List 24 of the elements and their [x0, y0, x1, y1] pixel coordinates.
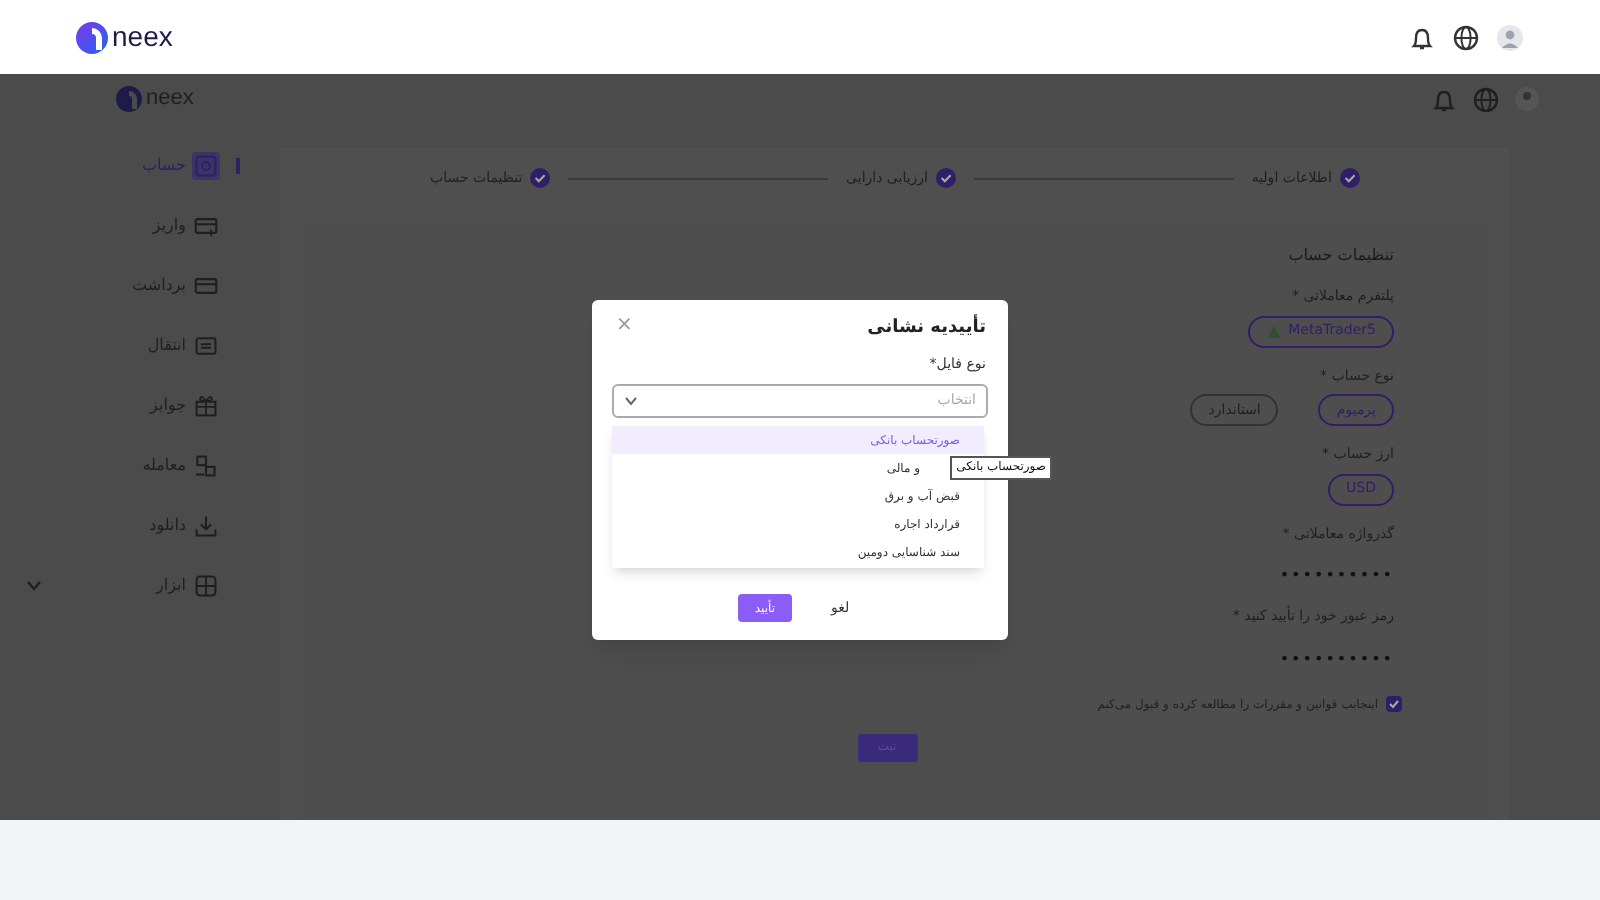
card-icon: [194, 274, 218, 298]
avatar-icon[interactable]: [1514, 86, 1540, 112]
password-field[interactable]: ••••••••••: [1279, 647, 1394, 671]
close-button[interactable]: ×: [616, 314, 633, 338]
platform-icon: [1266, 323, 1283, 339]
transfer-icon: [194, 334, 218, 358]
bell-icon[interactable]: [1408, 23, 1436, 51]
chevron-icon: [26, 580, 42, 592]
logo-icon: [76, 21, 108, 53]
globe-icon[interactable]: [1452, 23, 1480, 51]
chevron-icon: [624, 396, 638, 406]
check-icon: [1388, 698, 1400, 710]
wallet-icon: [194, 214, 218, 238]
logo-icon: [116, 86, 142, 112]
chart-icon: [194, 454, 218, 478]
dialog-title: تأییدیه نشانی: [867, 316, 986, 342]
password-field[interactable]: ••••••••••: [1279, 564, 1394, 588]
account-icon: [194, 154, 218, 178]
download-icon: [194, 514, 218, 538]
checkbox[interactable]: [1386, 696, 1402, 712]
gift-icon: [194, 394, 218, 418]
avatar-icon[interactable]: [1496, 23, 1524, 51]
logo-text: neex: [112, 18, 173, 56]
grid-icon: [194, 574, 218, 598]
